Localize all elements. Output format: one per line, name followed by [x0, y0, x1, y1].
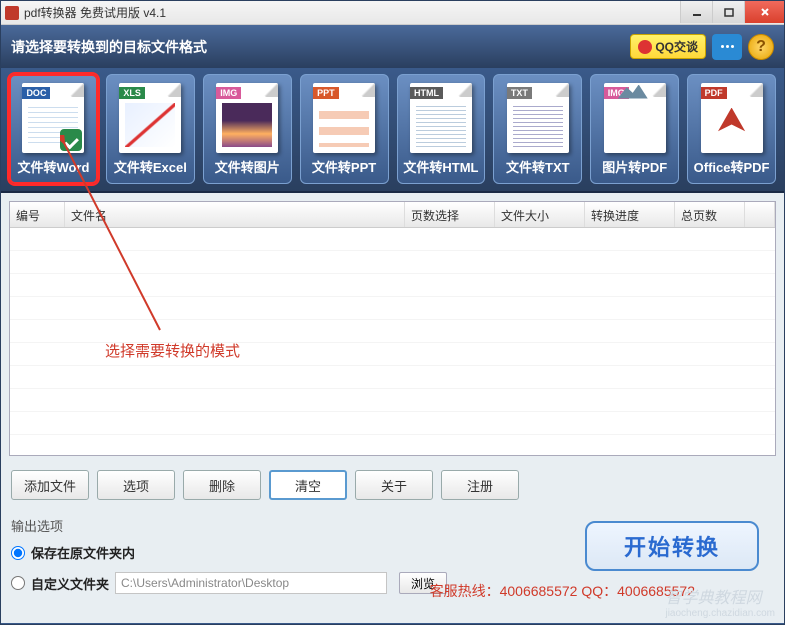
- tile-文件转HTML[interactable]: HTML 文件转HTML: [397, 74, 486, 184]
- tile-图片转PDF[interactable]: IMG 图片转PDF: [590, 74, 679, 184]
- file-icon: PDF: [701, 83, 763, 153]
- tile-label: Office转PDF: [694, 157, 770, 176]
- chat-button[interactable]: [712, 34, 742, 60]
- tile-label: 文件转Excel: [114, 157, 187, 176]
- minimize-button[interactable]: [680, 1, 712, 23]
- tile-label: 文件转HTML: [403, 157, 478, 176]
- register-button[interactable]: 注册: [441, 470, 519, 500]
- action-buttons: 添加文件 选项 删除 清空 关于 注册: [9, 456, 776, 514]
- conversion-tiles: DOC 文件转Word XLS 文件转Excel IMG 文件转图片 PPT 文件转PPT HT…: [1, 68, 784, 193]
- radio-same-input[interactable]: [11, 546, 25, 560]
- tile-文件转TXT[interactable]: TXT 文件转TXT: [493, 74, 582, 184]
- file-icon: IMG: [604, 83, 666, 153]
- tile-label: 文件转图片: [215, 157, 280, 176]
- file-icon: DOC: [22, 83, 84, 153]
- col-index[interactable]: 编号: [10, 202, 65, 227]
- watermark: 智学典教程网 jiaocheng.chazidian.com: [665, 584, 775, 619]
- file-icon: TXT: [507, 83, 569, 153]
- clear-button[interactable]: 清空: [269, 470, 347, 500]
- col-size[interactable]: 文件大小: [495, 202, 585, 227]
- tile-label: 文件转TXT: [506, 157, 570, 176]
- tile-文件转PPT[interactable]: PPT 文件转PPT: [300, 74, 389, 184]
- check-icon: [60, 129, 82, 151]
- options-button[interactable]: 选项: [97, 470, 175, 500]
- file-icon: HTML: [410, 83, 472, 153]
- delete-button[interactable]: 删除: [183, 470, 261, 500]
- header-prompt: 请选择要转换到的目标文件格式: [11, 37, 630, 57]
- app-window: pdf转换器 免费试用版 v4.1 请选择要转换到的目标文件格式 QQ交谈 ? …: [0, 0, 785, 625]
- header-bar: 请选择要转换到的目标文件格式 QQ交谈 ?: [1, 25, 784, 68]
- tile-label: 图片转PDF: [602, 157, 667, 176]
- qq-chat-button[interactable]: QQ交谈: [630, 34, 706, 59]
- qq-icon: [638, 40, 652, 54]
- tile-label: 文件转PPT: [312, 157, 376, 176]
- maximize-button[interactable]: [712, 1, 744, 23]
- title-bar[interactable]: pdf转换器 免费试用版 v4.1: [1, 1, 784, 25]
- file-icon: IMG: [216, 83, 278, 153]
- table-header: 编号 文件名 页数选择 文件大小 转换进度 总页数: [10, 202, 775, 228]
- col-spacer: [745, 202, 775, 227]
- hotline-text: 客服热线：4006685572 QQ：4006685572: [430, 581, 695, 601]
- window-title: pdf转换器 免费试用版 v4.1: [24, 4, 680, 21]
- file-icon: XLS: [119, 83, 181, 153]
- file-table[interactable]: 编号 文件名 页数选择 文件大小 转换进度 总页数: [9, 201, 776, 456]
- annotation-text: 选择需要转换的模式: [105, 340, 240, 361]
- tile-文件转Word[interactable]: DOC 文件转Word: [9, 74, 98, 184]
- radio-custom-input[interactable]: [11, 576, 25, 590]
- file-icon: PPT: [313, 83, 375, 153]
- app-icon: [5, 6, 19, 20]
- tile-Office转PDF[interactable]: PDF Office转PDF: [687, 74, 776, 184]
- start-convert-button[interactable]: 开始转换: [585, 521, 759, 571]
- help-button[interactable]: ?: [748, 34, 774, 60]
- tile-文件转Excel[interactable]: XLS 文件转Excel: [106, 74, 195, 184]
- about-button[interactable]: 关于: [355, 470, 433, 500]
- add-file-button[interactable]: 添加文件: [11, 470, 89, 500]
- col-total[interactable]: 总页数: [675, 202, 745, 227]
- tile-文件转图片[interactable]: IMG 文件转图片: [203, 74, 292, 184]
- col-filename[interactable]: 文件名: [65, 202, 405, 227]
- col-progress[interactable]: 转换进度: [585, 202, 675, 227]
- close-button[interactable]: [744, 1, 784, 23]
- col-pages[interactable]: 页数选择: [405, 202, 495, 227]
- tile-label: 文件转Word: [17, 157, 89, 176]
- main-panel: 编号 文件名 页数选择 文件大小 转换进度 总页数 添加文件 选项 删除 清空 …: [1, 193, 784, 623]
- custom-path-input[interactable]: [115, 572, 387, 594]
- window-controls: [680, 1, 784, 24]
